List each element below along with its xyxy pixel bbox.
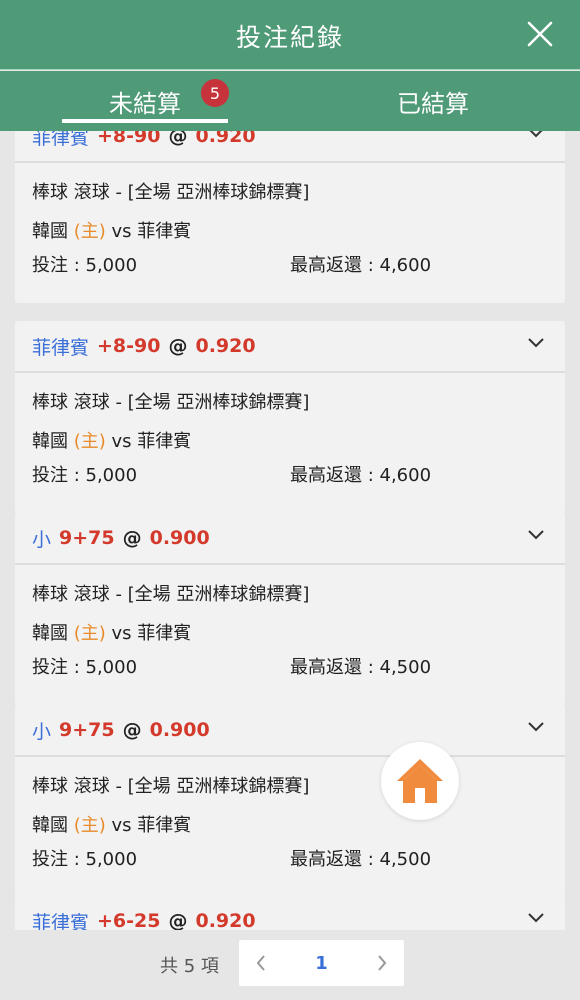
bet-header[interactable]: 菲律賓 +8-90 @ 0.920 xyxy=(15,131,565,163)
header-bar: 投注紀錄 xyxy=(0,0,580,70)
close-icon[interactable] xyxy=(526,20,554,48)
bet-details: 棒球 滾球 - [全場 亞洲棒球錦標賽] 韓國 (主) vs 菲律賓 投注 : … xyxy=(15,565,565,705)
sport-league: 棒球 滾球 - [全場 亞洲棒球錦標賽] xyxy=(32,584,310,605)
bet-card[interactable]: 小 9+75 @ 0.900 棒球 滾球 - [全場 亞洲棒球錦標賽] 韓國 (… xyxy=(15,513,565,705)
bet-card[interactable]: 菲律賓 +6-25 @ 0.920 xyxy=(15,896,565,930)
bet-selection: 菲律賓 xyxy=(32,131,90,149)
match-teams: 韓國 (主) vs 菲律賓 xyxy=(32,212,548,251)
away-team: 菲律賓 xyxy=(137,221,192,242)
bet-card[interactable]: 菲律賓 +8-90 @ 0.920 棒球 滾球 - [全場 亞洲棒球錦標賽] 韓… xyxy=(15,131,565,303)
tab-label: 未結算 xyxy=(109,89,181,118)
bet-selection: 菲律賓 xyxy=(32,911,90,931)
chevron-down-icon[interactable] xyxy=(527,912,545,924)
bet-selection: 菲律賓 xyxy=(32,336,90,359)
tab-bar: 未結算 5 已結算 xyxy=(0,71,580,131)
stake-amount: 投注 : 5,000 xyxy=(32,465,138,486)
bet-odds: 0.900 xyxy=(149,527,210,549)
bet-details: 棒球 滾球 - [全場 亞洲棒球錦標賽] 韓國 (主) vs 菲律賓 投注 : … xyxy=(15,373,565,513)
vs-label: vs xyxy=(111,623,132,644)
match-teams: 韓國 (主) vs 菲律賓 xyxy=(32,614,548,653)
home-button[interactable] xyxy=(381,742,459,820)
stake-amount: 投注 : 5,000 xyxy=(32,255,138,276)
tab-label: 已結算 xyxy=(397,89,469,118)
home-tag: (主) xyxy=(73,221,106,242)
bet-odds: 0.900 xyxy=(149,719,210,741)
bet-header[interactable]: 菲律賓 +8-90 @ 0.920 xyxy=(15,321,565,373)
match-teams: 韓國 (主) vs 菲律賓 xyxy=(32,422,548,461)
max-return: 最高返還 : 4,600 xyxy=(290,465,432,486)
at-symbol: @ xyxy=(168,910,188,930)
sport-league: 棒球 滾球 - [全場 亞洲棒球錦標賽] xyxy=(32,392,310,413)
bet-list[interactable]: 菲律賓 +8-90 @ 0.920 棒球 滾球 - [全場 亞洲棒球錦標賽] 韓… xyxy=(0,131,580,930)
bet-line: 9+75 xyxy=(59,527,115,549)
sport-league: 棒球 滾球 - [全場 亞洲棒球錦標賽] xyxy=(32,182,310,203)
bet-selection: 小 xyxy=(32,528,52,551)
bet-odds: 0.920 xyxy=(195,335,256,357)
stake-amount: 投注 : 5,000 xyxy=(32,657,138,678)
active-tab-indicator xyxy=(62,119,228,123)
bet-selection: 小 xyxy=(32,720,52,743)
bet-details: 棒球 滾球 - [全場 亞洲棒球錦標賽] 韓國 (主) vs 菲律賓 投注 : … xyxy=(15,757,565,897)
total-count: 共 5 項 xyxy=(160,956,219,977)
away-team: 菲律賓 xyxy=(137,623,192,644)
at-symbol: @ xyxy=(168,335,188,357)
home-team: 韓國 xyxy=(32,431,68,452)
chevron-down-icon[interactable] xyxy=(527,529,545,541)
home-tag: (主) xyxy=(73,623,106,644)
tab-unsettled[interactable]: 未結算 5 xyxy=(62,71,229,131)
vs-label: vs xyxy=(111,815,132,836)
away-team: 菲律賓 xyxy=(137,815,192,836)
bet-header[interactable]: 小 9+75 @ 0.900 xyxy=(15,513,565,565)
prev-page-button[interactable] xyxy=(239,954,283,972)
home-team: 韓國 xyxy=(32,815,68,836)
max-return: 最高返還 : 4,600 xyxy=(290,255,432,276)
chevron-down-icon[interactable] xyxy=(527,131,545,139)
chevron-right-icon xyxy=(378,955,387,971)
bet-odds: 0.920 xyxy=(195,131,256,147)
max-return: 最高返還 : 4,500 xyxy=(290,849,432,870)
away-team: 菲律賓 xyxy=(137,431,192,452)
bet-line: +8-90 xyxy=(97,131,161,147)
home-icon xyxy=(397,759,443,803)
bet-header[interactable]: 小 9+75 @ 0.900 xyxy=(15,705,565,757)
pager: 1 xyxy=(239,940,404,986)
chevron-down-icon[interactable] xyxy=(527,337,545,349)
tab-settled[interactable]: 已結算 xyxy=(350,71,516,131)
home-tag: (主) xyxy=(73,815,106,836)
bet-line: +6-25 xyxy=(97,910,161,930)
home-team: 韓國 xyxy=(32,623,68,644)
next-page-button[interactable] xyxy=(360,954,404,972)
at-symbol: @ xyxy=(122,527,142,549)
at-symbol: @ xyxy=(168,131,188,147)
bet-odds: 0.920 xyxy=(195,910,256,930)
vs-label: vs xyxy=(111,221,132,242)
chevron-down-icon[interactable] xyxy=(527,721,545,733)
vs-label: vs xyxy=(111,431,132,452)
page-title: 投注紀錄 xyxy=(235,23,344,52)
at-symbol: @ xyxy=(122,719,142,741)
pagination-bar: 共 5 項 1 xyxy=(0,930,580,1000)
home-team: 韓國 xyxy=(32,221,68,242)
count-badge: 5 xyxy=(201,79,229,107)
stake-amount: 投注 : 5,000 xyxy=(32,849,138,870)
bet-card[interactable]: 菲律賓 +8-90 @ 0.920 棒球 滾球 - [全場 亞洲棒球錦標賽] 韓… xyxy=(15,321,565,513)
bet-line: 9+75 xyxy=(59,719,115,741)
bet-line: +8-90 xyxy=(97,335,161,357)
home-tag: (主) xyxy=(73,431,106,452)
match-teams: 韓國 (主) vs 菲律賓 xyxy=(32,806,548,845)
bet-details: 棒球 滾球 - [全場 亞洲棒球錦標賽] 韓國 (主) vs 菲律賓 投注 : … xyxy=(15,163,565,303)
bet-card[interactable]: 小 9+75 @ 0.900 棒球 滾球 - [全場 亞洲棒球錦標賽] 韓國 (… xyxy=(15,705,565,897)
chevron-left-icon xyxy=(256,955,265,971)
current-page[interactable]: 1 xyxy=(283,953,360,974)
max-return: 最高返還 : 4,500 xyxy=(290,657,432,678)
sport-league: 棒球 滾球 - [全場 亞洲棒球錦標賽] xyxy=(32,776,310,797)
bet-header[interactable]: 菲律賓 +6-25 @ 0.920 xyxy=(15,896,565,930)
